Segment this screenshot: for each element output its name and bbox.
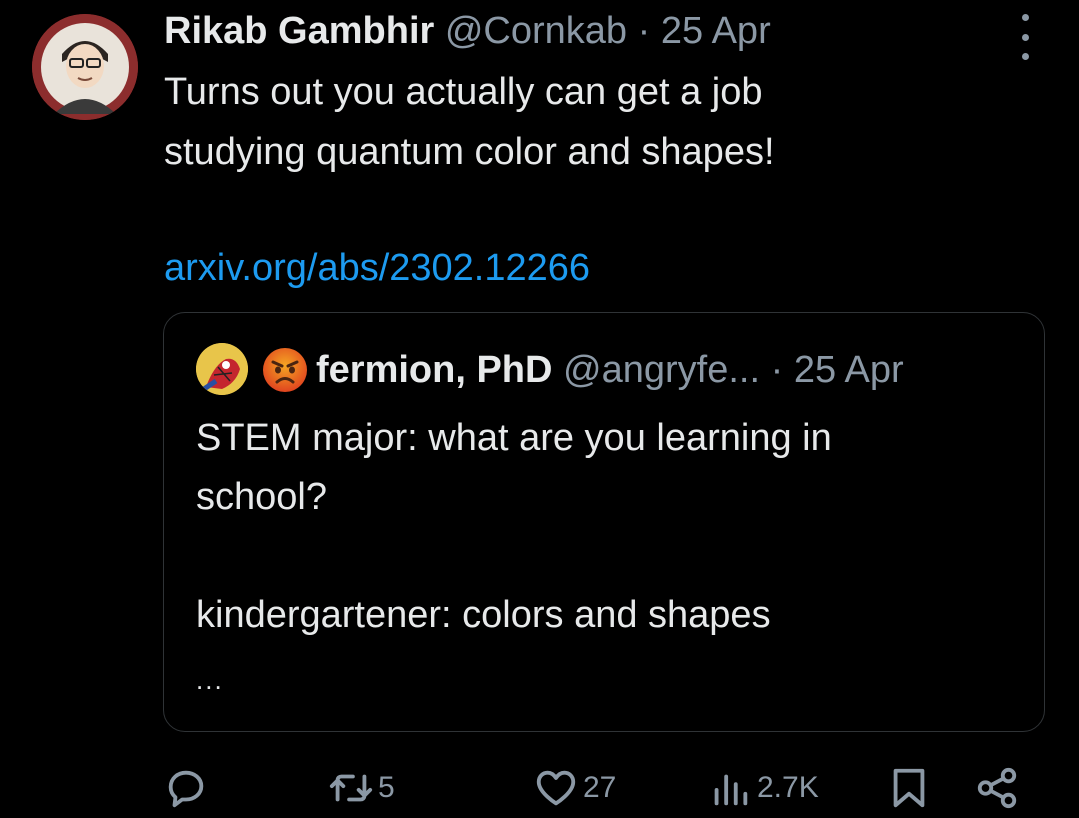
tweet-date[interactable]: 25 Apr bbox=[661, 10, 771, 52]
share-icon bbox=[977, 767, 1017, 809]
quoted-author-avatar[interactable] bbox=[196, 343, 248, 395]
author-name[interactable]: Rikab Gambhir bbox=[164, 10, 434, 52]
author-handle[interactable]: @Cornkab bbox=[445, 10, 627, 52]
reply-icon bbox=[168, 770, 204, 808]
tweet-link[interactable]: arxiv.org/abs/2302.12266 bbox=[164, 240, 590, 296]
separator-dot: · bbox=[770, 349, 784, 391]
views-icon bbox=[714, 774, 748, 806]
bookmark-button[interactable] bbox=[886, 760, 932, 816]
quoted-author-name[interactable]: fermion, PhD bbox=[316, 349, 552, 391]
bookmark-icon bbox=[893, 768, 925, 808]
retweet-icon bbox=[329, 774, 373, 802]
like-button[interactable]: 27 bbox=[533, 760, 616, 816]
share-button[interactable] bbox=[974, 760, 1020, 816]
quoted-tweet-text: STEM major: what are you learning in sch… bbox=[196, 417, 832, 636]
tweet-header: Rikab Gambhir @Cornkab · 25 Apr bbox=[164, 6, 771, 56]
action-bar: 5 27 2.7K bbox=[0, 760, 1079, 816]
truncation-ellipsis: ... bbox=[196, 665, 224, 695]
separator-dot: · bbox=[637, 10, 651, 52]
views-button[interactable]: 2.7K bbox=[707, 760, 819, 816]
quoted-author-handle[interactable]: @angryfe... bbox=[563, 349, 760, 391]
quoted-tweet-card[interactable]: fermion, PhD @angryfe... · 25 Apr STEM m… bbox=[163, 312, 1045, 732]
quoted-tweet-date[interactable]: 25 Apr bbox=[794, 349, 904, 391]
retweet-count: 5 bbox=[378, 771, 395, 804]
author-avatar[interactable] bbox=[32, 14, 138, 120]
more-options-icon[interactable] bbox=[1012, 14, 1038, 60]
reply-button[interactable] bbox=[163, 760, 209, 816]
like-count: 27 bbox=[583, 771, 617, 804]
angry-face-icon bbox=[262, 347, 308, 393]
retweet-button[interactable]: 5 bbox=[328, 760, 395, 816]
quoted-tweet-header: fermion, PhD @angryfe... · 25 Apr bbox=[316, 345, 904, 395]
heart-icon bbox=[536, 770, 576, 806]
tweet-text: Turns out you actually can get a job stu… bbox=[164, 71, 775, 173]
views-count: 2.7K bbox=[757, 771, 819, 804]
